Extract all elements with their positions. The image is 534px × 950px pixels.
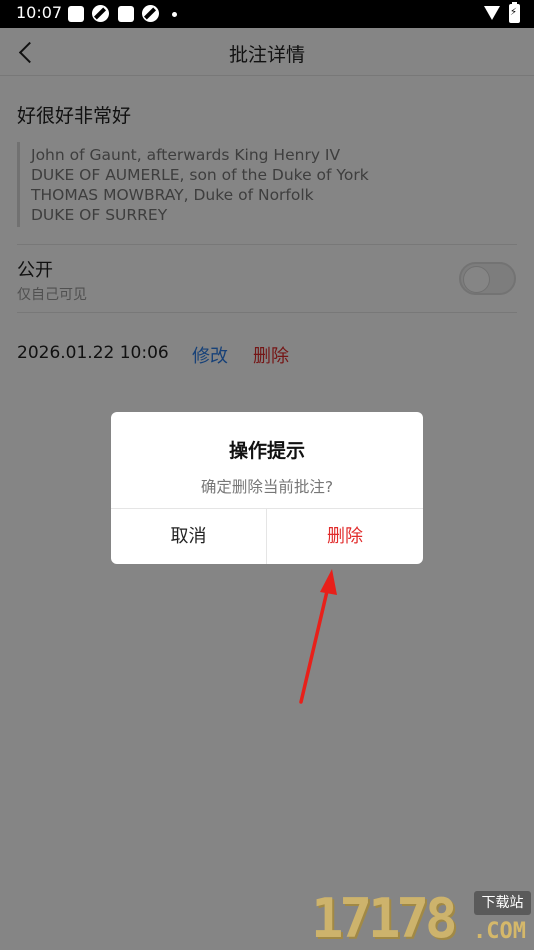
watermark-logo: 17178 下载站 .COM <box>311 885 533 950</box>
notification-icon <box>118 6 134 22</box>
confirm-dialog: 操作提示 确定删除当前批注? 取消 删除 <box>111 412 423 564</box>
status-time: 10:07 <box>16 3 63 22</box>
dialog-message: 确定删除当前批注? <box>200 478 334 496</box>
watermark-domain: .COM <box>473 919 526 944</box>
app-notification-icon <box>92 5 109 22</box>
status-bar: 10:07 <box>0 0 534 28</box>
more-notifications-icon <box>172 12 177 17</box>
watermark-tag: 下载站 <box>474 891 531 915</box>
notification-icon <box>68 6 84 22</box>
cancel-button[interactable]: 取消 <box>111 509 266 564</box>
wifi-icon <box>484 6 500 20</box>
battery-icon <box>509 2 520 23</box>
confirm-delete-button[interactable]: 删除 <box>267 509 423 564</box>
dialog-title: 操作提示 <box>228 440 305 462</box>
watermark-number: 17178 <box>311 887 458 950</box>
app-notification-icon <box>142 5 159 22</box>
pointer-arrow-icon <box>299 569 337 704</box>
